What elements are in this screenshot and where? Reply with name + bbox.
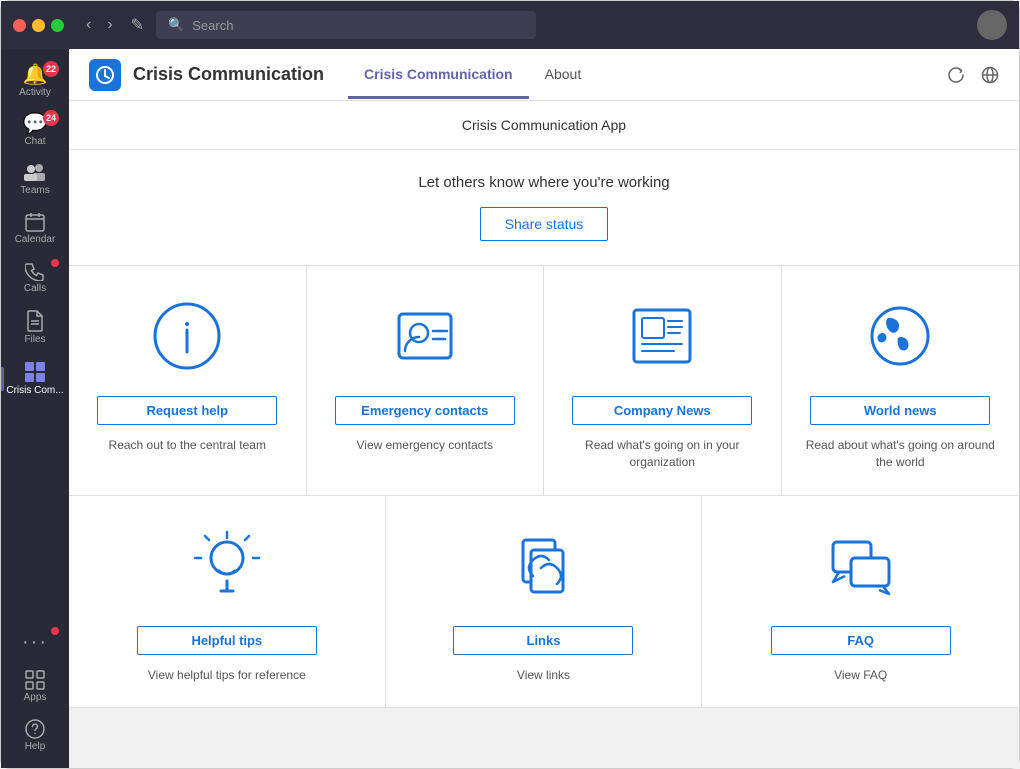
sidebar-item-help[interactable]: Help bbox=[1, 711, 69, 760]
card-faq: FAQ View FAQ bbox=[702, 496, 1019, 708]
main-layout: 22 🔔 Activity 24 💬 Chat Teams bbox=[1, 49, 1019, 768]
sidebar-item-more[interactable]: ··· bbox=[1, 623, 69, 662]
app-header: Crisis Communication Crisis Communicatio… bbox=[69, 49, 1019, 101]
card-world-news: World news Read about what's going on ar… bbox=[782, 266, 1020, 495]
chat-badge: 24 bbox=[43, 110, 59, 126]
more-badge-dot bbox=[51, 627, 59, 635]
compose-button[interactable]: ✎ bbox=[131, 15, 144, 35]
cards-row-2: Helpful tips View helpful tips for refer… bbox=[69, 496, 1019, 709]
status-text: Let others know where you're working bbox=[89, 174, 999, 191]
back-button[interactable]: ‹ bbox=[80, 12, 97, 38]
sidebar-item-calendar[interactable]: Calendar bbox=[1, 204, 69, 253]
sidebar-item-crisis[interactable]: Crisis Com... bbox=[1, 353, 69, 404]
tab-crisis-communication[interactable]: Crisis Communication bbox=[348, 52, 529, 99]
cards-container: Request help Reach out to the central te… bbox=[69, 266, 1019, 708]
search-input[interactable] bbox=[192, 18, 524, 33]
minimize-dot[interactable] bbox=[32, 19, 45, 32]
sidebar-label-help: Help bbox=[25, 741, 46, 752]
sidebar-label-calls: Calls bbox=[24, 283, 46, 294]
sidebar-item-teams[interactable]: Teams bbox=[1, 155, 69, 204]
activity-badge: 22 bbox=[43, 61, 59, 77]
request-help-icon bbox=[147, 296, 227, 376]
sidebar-label-activity: Activity bbox=[19, 87, 51, 98]
files-icon bbox=[26, 310, 44, 332]
share-status-button[interactable]: Share status bbox=[480, 207, 609, 241]
teams-icon bbox=[24, 163, 46, 183]
links-icon bbox=[503, 526, 583, 606]
sidebar-label-crisis: Crisis Com... bbox=[6, 385, 63, 396]
request-help-desc: Reach out to the central team bbox=[109, 437, 266, 454]
status-section: Let others know where you're working Sha… bbox=[69, 150, 1019, 266]
sidebar-item-calls[interactable]: Calls bbox=[1, 253, 69, 302]
titlebar: ‹ › ✎ 🔍 bbox=[1, 1, 1019, 49]
company-news-icon bbox=[622, 296, 702, 376]
helpful-tips-button[interactable]: Helpful tips bbox=[137, 626, 317, 655]
sidebar-item-activity[interactable]: 22 🔔 Activity bbox=[1, 57, 69, 106]
nav-buttons: ‹ › bbox=[80, 12, 119, 38]
search-icon: 🔍 bbox=[168, 17, 184, 33]
sidebar-item-chat[interactable]: 24 💬 Chat bbox=[1, 106, 69, 155]
faq-icon bbox=[821, 526, 901, 606]
sidebar: 22 🔔 Activity 24 💬 Chat Teams bbox=[1, 49, 69, 768]
app-icon-symbol bbox=[95, 65, 115, 85]
help-icon bbox=[25, 719, 45, 739]
calls-icon bbox=[25, 261, 45, 281]
emergency-contacts-button[interactable]: Emergency contacts bbox=[335, 396, 515, 425]
sidebar-item-files[interactable]: Files bbox=[1, 302, 69, 353]
app-title: Crisis Communication bbox=[133, 64, 324, 85]
helpful-tips-desc: View helpful tips for reference bbox=[148, 667, 306, 684]
world-news-button[interactable]: World news bbox=[810, 396, 990, 425]
apps-icon bbox=[25, 670, 45, 690]
sidebar-label-calendar: Calendar bbox=[15, 234, 56, 245]
calendar-icon bbox=[25, 212, 45, 232]
card-company-news: Company News Read what's going on in you… bbox=[544, 266, 782, 495]
app-icon bbox=[89, 59, 121, 91]
app-content-title: Crisis Communication App bbox=[69, 101, 1019, 150]
sidebar-label-apps: Apps bbox=[24, 692, 47, 703]
refresh-button[interactable] bbox=[947, 66, 965, 84]
emergency-contacts-desc: View emergency contacts bbox=[356, 437, 493, 454]
more-icon: ··· bbox=[22, 631, 48, 654]
sidebar-label-chat: Chat bbox=[24, 136, 45, 147]
inner-content: Crisis Communication App Let others know… bbox=[69, 101, 1019, 708]
links-desc: View links bbox=[517, 667, 570, 684]
card-emergency-contacts: Emergency contacts View emergency contac… bbox=[307, 266, 545, 495]
faq-button[interactable]: FAQ bbox=[771, 626, 951, 655]
card-request-help: Request help Reach out to the central te… bbox=[69, 266, 307, 495]
sidebar-label-files: Files bbox=[24, 334, 45, 345]
forward-button[interactable]: › bbox=[101, 12, 118, 38]
card-helpful-tips: Helpful tips View helpful tips for refer… bbox=[69, 496, 386, 708]
close-dot[interactable] bbox=[13, 19, 26, 32]
app-header-actions bbox=[947, 66, 999, 84]
request-help-button[interactable]: Request help bbox=[97, 396, 277, 425]
faq-desc: View FAQ bbox=[834, 667, 887, 684]
sidebar-label-teams: Teams bbox=[20, 185, 49, 196]
helpful-tips-icon bbox=[187, 526, 267, 606]
window-controls bbox=[13, 19, 64, 32]
avatar[interactable] bbox=[977, 10, 1007, 40]
company-news-button[interactable]: Company News bbox=[572, 396, 752, 425]
app-tabs: Crisis Communication About bbox=[348, 51, 597, 98]
crisis-icon bbox=[24, 361, 46, 383]
content-area: Crisis Communication Crisis Communicatio… bbox=[69, 49, 1019, 768]
calls-badge-dot bbox=[51, 259, 59, 267]
world-news-desc: Read about what's going on around the wo… bbox=[802, 437, 1000, 471]
company-news-desc: Read what's going on in your organizatio… bbox=[564, 437, 761, 471]
cards-row-1: Request help Reach out to the central te… bbox=[69, 266, 1019, 496]
globe-button[interactable] bbox=[981, 66, 999, 84]
sidebar-item-apps[interactable]: Apps bbox=[1, 662, 69, 711]
card-links: Links View links bbox=[386, 496, 703, 708]
search-container: 🔍 bbox=[156, 11, 536, 39]
maximize-dot[interactable] bbox=[51, 19, 64, 32]
titlebar-right bbox=[977, 10, 1007, 40]
links-button[interactable]: Links bbox=[453, 626, 633, 655]
tab-about[interactable]: About bbox=[529, 52, 598, 99]
app-content: Crisis Communication App Let others know… bbox=[69, 101, 1019, 768]
world-news-icon bbox=[860, 296, 940, 376]
emergency-contacts-icon bbox=[385, 296, 465, 376]
